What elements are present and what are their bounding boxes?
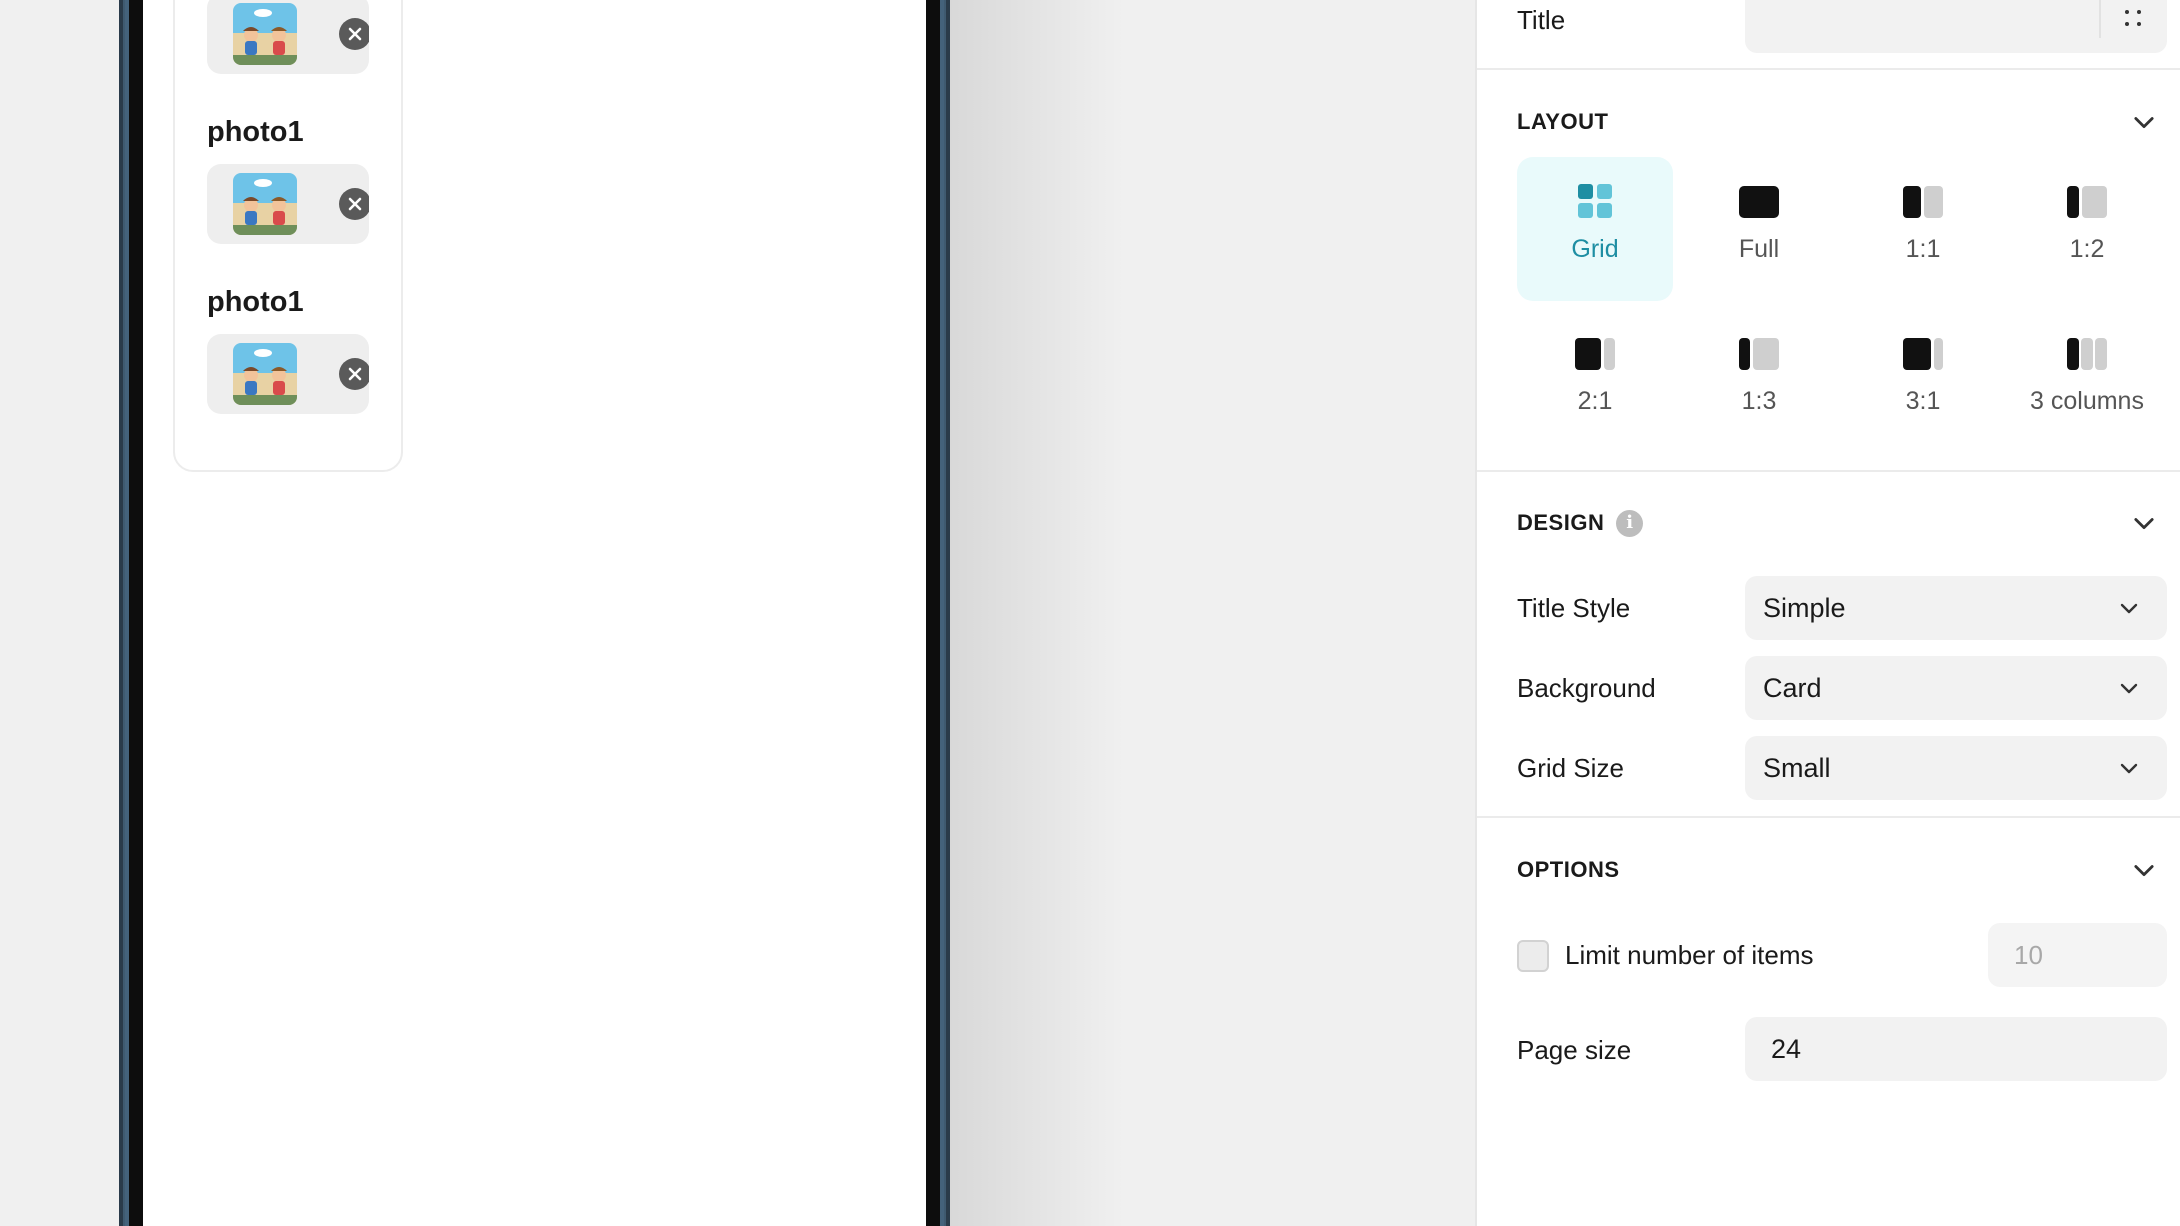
info-icon[interactable]: i xyxy=(1616,509,1644,537)
options-section-title: OPTIONS xyxy=(1517,855,1620,885)
page-size-label: Page size xyxy=(1517,1035,1632,1065)
limit-items-checkbox[interactable] xyxy=(1517,940,1549,972)
page-size-input[interactable]: 24 xyxy=(1745,1017,2167,1081)
design-collapse-chevron-icon[interactable] xyxy=(2130,509,2158,537)
photo-thumbnail xyxy=(233,343,297,405)
remove-photo-button[interactable] xyxy=(339,18,369,50)
photo-thumbnail xyxy=(233,173,297,235)
layout-option-3-columns[interactable]: 3 columns xyxy=(2009,309,2165,453)
photo-list-item: photo1 xyxy=(207,0,377,74)
title-style-select[interactable]: Simple xyxy=(1745,576,2167,640)
input-separator xyxy=(2099,0,2101,38)
close-icon xyxy=(348,197,362,211)
select-value: Simple xyxy=(1763,592,1846,623)
split-2-1-icon xyxy=(1575,336,1615,372)
layout-option-label: Grid xyxy=(1571,235,1619,263)
beach-kids-photo xyxy=(233,3,297,65)
layout-option-1-2[interactable]: 1:2 xyxy=(2009,157,2165,301)
split-3-1-icon xyxy=(1903,336,1943,372)
photo-list-card: photo1 photo1 xyxy=(173,0,403,472)
layout-option-label: 1:3 xyxy=(1741,387,1777,415)
limit-items-label: Limit number of items xyxy=(1565,940,1814,970)
divider xyxy=(1477,68,2180,70)
divider xyxy=(1477,470,2180,472)
title-field-label: Title xyxy=(1517,5,1566,35)
photo-chip[interactable] xyxy=(207,0,369,74)
close-icon xyxy=(348,27,362,41)
remove-photo-button[interactable] xyxy=(339,188,369,220)
layout-option-full[interactable]: Full xyxy=(1681,157,1837,301)
background-label: Background xyxy=(1517,673,1656,703)
layout-option-label: 3:1 xyxy=(1905,387,1941,415)
grid-size-label: Grid Size xyxy=(1517,753,1624,783)
layout-title-text: LAYOUT xyxy=(1517,109,1609,134)
beach-kids-photo xyxy=(233,343,297,405)
device-screen: photo1 photo1 xyxy=(143,0,926,1226)
layout-option-2-1[interactable]: 2:1 xyxy=(1517,309,1673,453)
drag-handle-icon[interactable] xyxy=(2123,8,2143,28)
title-style-label: Title Style xyxy=(1517,593,1631,623)
layout-option-label: 2:1 xyxy=(1577,387,1613,415)
layout-section-title: LAYOUT xyxy=(1517,107,1608,137)
chevron-down-icon xyxy=(2117,756,2141,780)
properties-panel: Title LAYOUT Grid Full 1:1 1:2 2:1 1:3 3… xyxy=(1475,0,2180,1226)
select-value: Small xyxy=(1763,752,1831,783)
close-icon xyxy=(348,367,362,381)
photo-list-item: photo1 xyxy=(207,112,377,244)
split-1-3-icon xyxy=(1739,336,1779,372)
limit-items-input[interactable]: 10 xyxy=(1988,923,2167,987)
divider xyxy=(1477,816,2180,818)
canvas: photo1 photo1 xyxy=(0,0,1475,1226)
background-select[interactable]: Card xyxy=(1745,656,2167,720)
chevron-down-icon xyxy=(2117,596,2141,620)
layout-collapse-chevron-icon[interactable] xyxy=(2130,108,2158,136)
full-layout-icon xyxy=(1739,184,1779,220)
photo-list-item: photo1 xyxy=(207,282,377,414)
limit-items-value: 10 xyxy=(2014,939,2043,970)
layout-option-label: 3 columns xyxy=(2030,387,2144,415)
options-title-text: OPTIONS xyxy=(1517,857,1620,882)
remove-photo-button[interactable] xyxy=(339,358,369,390)
three-columns-icon xyxy=(2067,336,2107,372)
device-frame: photo1 photo1 xyxy=(123,0,946,1226)
canvas-shadow xyxy=(945,0,1125,1226)
photo-chip[interactable] xyxy=(207,164,369,244)
design-title-text: DESIGN xyxy=(1517,510,1605,535)
photo-thumbnail xyxy=(233,3,297,65)
grid-layout-icon xyxy=(1575,184,1615,220)
split-1-1-icon xyxy=(1903,184,1943,220)
layout-option-label: Full xyxy=(1738,235,1780,263)
select-value: Card xyxy=(1763,672,1822,703)
layout-option-grid[interactable]: Grid xyxy=(1517,157,1673,301)
layout-option-3-1[interactable]: 3:1 xyxy=(1845,309,2001,453)
photo-chip[interactable] xyxy=(207,334,369,414)
beach-kids-photo xyxy=(233,173,297,235)
layout-option-label: 1:1 xyxy=(1905,235,1941,263)
chevron-down-icon xyxy=(2117,676,2141,700)
split-1-2-icon xyxy=(2067,184,2107,220)
layout-option-label: 1:2 xyxy=(2069,235,2105,263)
design-section-title: DESIGN i xyxy=(1517,508,1644,538)
layout-option-1-1[interactable]: 1:1 xyxy=(1845,157,2001,301)
page-size-value: 24 xyxy=(1771,1033,1802,1064)
photo-label: photo1 xyxy=(207,286,304,318)
layout-option-1-3[interactable]: 1:3 xyxy=(1681,309,1837,453)
options-collapse-chevron-icon[interactable] xyxy=(2130,856,2158,884)
photo-label: photo1 xyxy=(207,116,304,148)
title-input[interactable] xyxy=(1745,0,2167,53)
grid-size-select[interactable]: Small xyxy=(1745,736,2167,800)
